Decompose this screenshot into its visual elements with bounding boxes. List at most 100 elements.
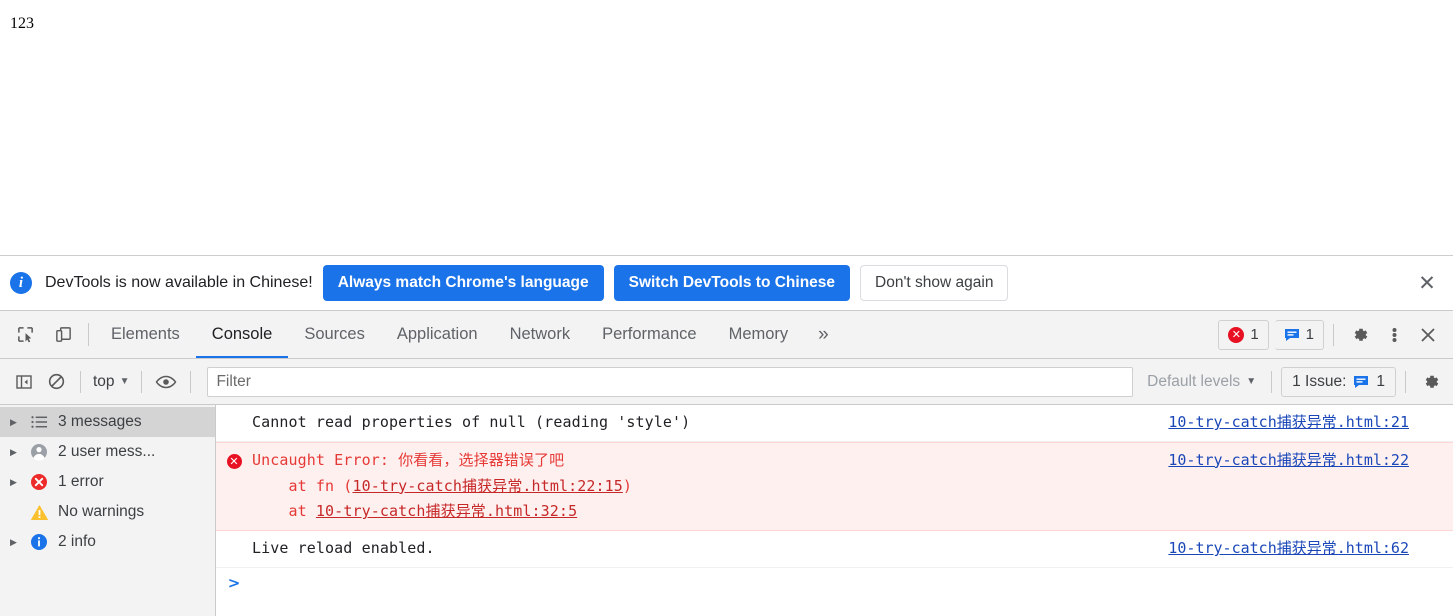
execution-context-value: top — [93, 372, 115, 390]
tab-console[interactable]: Console — [195, 311, 289, 358]
issues-count: 1 — [1376, 372, 1385, 390]
stack-frame-link[interactable]: 10-try-catch捕获异常.html:22:15 — [352, 477, 622, 495]
tab-label: Console — [211, 325, 273, 343]
devtools-tabstrip: Elements Console Sources Application Net… — [0, 311, 1453, 359]
filter-input[interactable] — [207, 366, 1134, 397]
issues-badge[interactable]: 1 Issue: 1 — [1281, 366, 1396, 397]
toolbar-divider — [1333, 323, 1334, 346]
console-error-stack: Uncaught Error: 你看看，选择器错误了吧 at fn (10-tr… — [252, 448, 1156, 525]
chevron-right-icon[interactable]: ▶ — [10, 477, 26, 488]
toolbar-divider — [190, 370, 192, 393]
console-row-log[interactable]: Cannot read properties of null (reading … — [216, 405, 1453, 442]
close-devtools-icon[interactable] — [1411, 318, 1445, 352]
console-filter-bar: top ▼ Default levels ▼ 1 Issue: — [0, 359, 1453, 405]
console-row-error[interactable]: ✕ Uncaught Error: 你看看，选择器错误了吧 at fn (10-… — [216, 441, 1453, 532]
tab-application[interactable]: Application — [381, 311, 494, 358]
always-match-chrome-language-button[interactable]: Always match Chrome's language — [322, 265, 604, 301]
execution-context-selector[interactable]: top ▼ — [89, 373, 133, 391]
page-content-text: 123 — [10, 15, 34, 32]
message-count-label: 1 — [1305, 326, 1314, 343]
more-tabs-icon[interactable]: » — [804, 311, 843, 358]
console-messages: Cannot read properties of null (reading … — [216, 405, 1453, 616]
console-prompt[interactable]: > — [216, 568, 1453, 598]
row-gutter: ✕ — [216, 448, 252, 469]
error-icon: ✕ — [1228, 326, 1245, 343]
tab-label: Sources — [304, 325, 365, 343]
gear-icon[interactable] — [1343, 318, 1377, 352]
stack-frame-suffix: ) — [622, 476, 633, 495]
sidebar-item-label: No warnings — [58, 503, 145, 520]
console-body: ▶ 3 messages ▶ 2 user mess... ▶ 1 error … — [0, 405, 1453, 616]
speech-bubble-icon — [1353, 375, 1369, 389]
toolbar-divider — [88, 323, 89, 346]
speech-bubble-icon — [1284, 328, 1300, 342]
chevron-right-icon[interactable]: ▶ — [10, 417, 26, 428]
row-gutter — [216, 536, 252, 538]
sidebar-item-label: 3 messages — [58, 413, 142, 430]
chevron-down-icon: ▼ — [1246, 376, 1257, 387]
switch-devtools-to-chinese-button[interactable]: Switch DevTools to Chinese — [613, 265, 851, 301]
tab-memory[interactable]: Memory — [713, 311, 805, 358]
console-source-link[interactable]: 10-try-catch捕获异常.html:21 — [1156, 410, 1453, 436]
sidebar-item-warnings[interactable]: ▶ No warnings — [0, 497, 215, 527]
console-sidebar: ▶ 3 messages ▶ 2 user mess... ▶ 1 error … — [0, 405, 216, 616]
tab-label: Memory — [728, 325, 789, 343]
stack-frame-prefix: at — [252, 502, 316, 521]
warning-icon — [26, 504, 52, 521]
chevron-right-icon[interactable]: ▶ — [10, 447, 26, 458]
language-banner: i DevTools is now available in Chinese! … — [0, 256, 1453, 311]
stack-frame-link[interactable]: 10-try-catch捕获异常.html:32:5 — [316, 502, 577, 520]
sidebar-item-info[interactable]: ▶ 2 info — [0, 527, 215, 557]
tab-performance[interactable]: Performance — [586, 311, 712, 358]
console-row-log[interactable]: Live reload enabled. 10-try-catch捕获异常.ht… — [216, 531, 1453, 568]
console-message-text: Live reload enabled. — [252, 539, 435, 558]
tab-network[interactable]: Network — [494, 311, 587, 358]
close-icon[interactable]: ✕ — [1415, 271, 1439, 295]
console-source-link[interactable]: 10-try-catch捕获异常.html:62 — [1156, 536, 1453, 562]
toolbar-divider — [80, 370, 81, 393]
message-count-badge[interactable]: 1 — [1274, 319, 1324, 350]
clear-console-icon[interactable] — [40, 366, 72, 398]
sidebar-item-label: 2 user mess... — [58, 443, 156, 460]
console-settings-gear-icon[interactable] — [1415, 366, 1447, 398]
panel-tabs: Elements Console Sources Application Net… — [95, 311, 843, 358]
banner-message: DevTools is now available in Chinese! — [45, 274, 313, 291]
toolbar-divider — [141, 370, 143, 393]
console-message-text: Cannot read properties of null (reading … — [252, 413, 691, 431]
tab-label: Network — [509, 325, 571, 343]
console-source-link[interactable]: 10-try-catch捕获异常.html:22 — [1156, 448, 1453, 474]
console-sidebar-toggle-icon[interactable] — [8, 366, 40, 398]
kebab-menu-icon[interactable] — [1377, 318, 1411, 352]
sidebar-item-label: 2 info — [58, 533, 96, 550]
sidebar-item-user-messages[interactable]: ▶ 2 user mess... — [0, 437, 215, 467]
device-toolbar-icon[interactable] — [44, 311, 82, 358]
issues-label: 1 Issue: — [1292, 372, 1347, 390]
list-icon — [26, 415, 52, 429]
sidebar-item-errors[interactable]: ▶ 1 error — [0, 467, 215, 497]
row-gutter — [216, 410, 252, 412]
devtools-window: 123 i DevTools is now available in Chine… — [0, 0, 1453, 616]
dont-show-again-button[interactable]: Don't show again — [860, 265, 1009, 301]
live-expression-eye-icon[interactable] — [150, 366, 182, 398]
devtools-panel: i DevTools is now available in Chinese! … — [0, 255, 1453, 616]
tab-label: Performance — [602, 325, 697, 343]
error-icon — [26, 473, 52, 491]
info-icon — [26, 533, 52, 551]
tab-sources[interactable]: Sources — [288, 311, 381, 358]
log-levels-value: Default levels — [1147, 372, 1241, 390]
tabstrip-right-actions: ✕ 1 1 — [1218, 311, 1453, 358]
error-headline: Uncaught Error: 你看看，选择器错误了吧 — [252, 450, 565, 469]
error-count-label: 1 — [1250, 326, 1259, 343]
inspect-element-icon[interactable] — [6, 311, 44, 358]
error-icon: ✕ — [226, 453, 242, 469]
tab-label: Elements — [111, 325, 180, 343]
tab-elements[interactable]: Elements — [95, 311, 196, 358]
error-count-badge[interactable]: ✕ 1 — [1218, 319, 1269, 350]
toolbar-divider — [1405, 370, 1406, 393]
log-levels-selector[interactable]: Default levels ▼ — [1141, 373, 1262, 391]
stack-frame-prefix: at fn ( — [252, 476, 353, 495]
tab-label: Application — [396, 325, 478, 343]
sidebar-item-messages[interactable]: ▶ 3 messages — [0, 407, 215, 437]
info-icon: i — [10, 272, 32, 294]
chevron-right-icon[interactable]: ▶ — [10, 537, 26, 548]
